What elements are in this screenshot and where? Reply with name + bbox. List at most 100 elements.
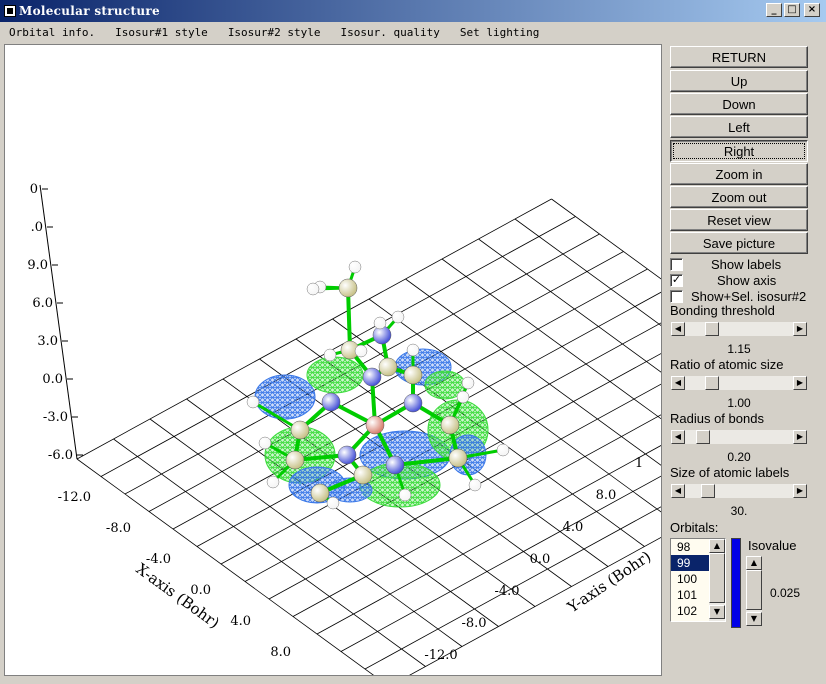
list-item[interactable]: 102 xyxy=(671,603,709,619)
molecule-scene[interactable]: 0.09.06.03.00.0-3.0-6.0-12.0-8.0-4.00.04… xyxy=(5,45,661,675)
zoom-in-button[interactable]: Zoom in xyxy=(670,163,808,185)
hydrogen-atom xyxy=(461,376,475,390)
menu-isosur2-style[interactable]: Isosur#2 style xyxy=(228,26,321,39)
list-item[interactable]: 98 xyxy=(671,539,709,555)
ratio-atomic-size-value: 1.00 xyxy=(727,396,751,410)
menu-bar: Orbital info. Isosur#1 style Isosur#2 st… xyxy=(0,22,826,42)
isovalue-scrollbar[interactable]: ▲ ▼ xyxy=(746,556,762,626)
scroll-thumb[interactable] xyxy=(746,570,762,610)
show-axis-checkbox[interactable]: ✓ xyxy=(670,273,683,287)
orbital-list[interactable]: 98 99 100 101 102 ▲ ▼ xyxy=(670,538,726,622)
z-tick-label: 0 xyxy=(30,182,38,197)
show-sel-isosur2-row[interactable]: Show+Sel. isosur#2 xyxy=(670,288,806,304)
bonding-threshold-slider[interactable]: ◀ ▶ xyxy=(670,321,808,337)
down-button[interactable]: Down xyxy=(670,93,808,115)
scroll-right-icon[interactable]: ▶ xyxy=(793,484,807,498)
isosurface-negative xyxy=(254,374,316,420)
minimize-button[interactable]: _ xyxy=(766,3,782,17)
left-button[interactable]: Left xyxy=(670,116,808,138)
isovalue-colorbar xyxy=(731,538,741,628)
scroll-thumb[interactable] xyxy=(709,553,725,603)
menu-orbital-info[interactable]: Orbital info. xyxy=(9,26,95,39)
slider-thumb[interactable] xyxy=(705,376,719,390)
scroll-left-icon[interactable]: ◀ xyxy=(671,484,685,498)
y-tick-label: -12.0 xyxy=(424,648,457,663)
scroll-left-icon[interactable]: ◀ xyxy=(671,322,685,336)
scroll-left-icon[interactable]: ◀ xyxy=(671,376,685,390)
hydrogen-atom xyxy=(306,282,320,296)
scroll-right-icon[interactable]: ▶ xyxy=(793,376,807,390)
nitrogen-atom xyxy=(385,455,405,475)
title-bar: Molecular structure _ □ × xyxy=(0,0,826,22)
show-axis-row[interactable]: ✓ Show axis xyxy=(670,272,776,288)
y-tick-label: -8.0 xyxy=(461,616,486,631)
grid-line xyxy=(478,238,661,373)
window-title: Molecular structure xyxy=(19,4,160,18)
maximize-button[interactable]: □ xyxy=(784,3,800,17)
menu-isosur-quality[interactable]: Isosur. quality xyxy=(341,26,440,39)
scroll-up-icon[interactable]: ▲ xyxy=(709,539,725,553)
y-tick-label: 8.0 xyxy=(596,488,617,503)
ratio-atomic-size-slider[interactable]: ◀ ▶ xyxy=(670,375,808,391)
isosurface-positive xyxy=(306,356,364,394)
y-tick-label: 1 xyxy=(635,456,643,471)
orbital-list-scrollbar[interactable]: ▲ ▼ xyxy=(709,539,725,621)
app-icon xyxy=(4,5,16,17)
show-sel-isosur2-label: Show+Sel. isosur#2 xyxy=(691,288,807,304)
scroll-down-icon[interactable]: ▼ xyxy=(746,612,762,626)
z-tick-label: 6.0 xyxy=(32,296,53,311)
radius-bonds-value: 0.20 xyxy=(727,450,751,464)
y-tick-label: -4.0 xyxy=(494,584,519,599)
list-item-selected[interactable]: 99 xyxy=(671,555,709,571)
hydrogen-atom xyxy=(398,488,412,502)
x-tick-label: -12.0 xyxy=(58,490,91,505)
scroll-down-icon[interactable]: ▼ xyxy=(709,605,725,619)
menu-isosur1-style[interactable]: Isosur#1 style xyxy=(115,26,208,39)
slider-thumb[interactable] xyxy=(701,484,715,498)
up-button[interactable]: Up xyxy=(670,70,808,92)
y-tick-label: 0.0 xyxy=(530,552,551,567)
hydrogen-atom xyxy=(246,395,260,409)
scroll-up-icon[interactable]: ▲ xyxy=(746,556,762,570)
scroll-left-icon[interactable]: ◀ xyxy=(671,430,685,444)
hydrogen-atom xyxy=(326,496,340,510)
scroll-right-icon[interactable]: ▶ xyxy=(793,430,807,444)
return-button[interactable]: RETURN xyxy=(670,46,808,68)
hydrogen-atom xyxy=(391,310,405,324)
save-picture-button[interactable]: Save picture xyxy=(670,232,808,254)
show-labels-row[interactable]: Show labels xyxy=(670,256,781,272)
carbon-atom xyxy=(448,448,468,468)
size-atomic-labels-slider[interactable]: ◀ ▶ xyxy=(670,483,808,499)
z-tick-label: 9.0 xyxy=(27,258,48,273)
z-tick-label: -6.0 xyxy=(48,448,73,463)
radius-bonds-slider[interactable]: ◀ ▶ xyxy=(670,429,808,445)
slider-thumb[interactable] xyxy=(696,430,710,444)
carbon-atom xyxy=(285,450,305,470)
reset-view-button[interactable]: Reset view xyxy=(670,209,808,231)
nitrogen-atom xyxy=(337,445,357,465)
isovalue-value: 0.025 xyxy=(770,586,801,600)
metal-atom xyxy=(365,415,385,435)
close-button[interactable]: × xyxy=(804,3,820,17)
list-item[interactable]: 100 xyxy=(671,571,709,587)
ratio-atomic-size-label: Ratio of atomic size xyxy=(670,357,784,372)
hydrogen-atom xyxy=(496,443,510,457)
bond xyxy=(346,286,352,352)
right-button[interactable]: Right xyxy=(670,140,808,162)
show-sel-isosur2-checkbox[interactable] xyxy=(670,289,683,303)
hydrogen-atom xyxy=(354,344,368,358)
list-item[interactable]: 101 xyxy=(671,587,709,603)
carbon-atom xyxy=(338,278,358,298)
carbon-atom xyxy=(290,420,310,440)
y-axis-title: Y-axis (Bohr) xyxy=(563,547,654,616)
molecule-viewport[interactable]: 0.0 9.0 6.0 3.0 0.0 -3.0 -6.0 -12.0 -8.0 -4.0 0.0 4… xyxy=(4,44,662,676)
show-labels-checkbox[interactable] xyxy=(670,257,683,271)
slider-thumb[interactable] xyxy=(705,322,719,336)
hydrogen-atom xyxy=(266,475,280,489)
menu-set-lighting[interactable]: Set lighting xyxy=(460,26,539,39)
size-atomic-labels-value: 30. xyxy=(730,504,748,518)
carbon-atom xyxy=(403,365,423,385)
zoom-out-button[interactable]: Zoom out xyxy=(670,186,808,208)
scroll-right-icon[interactable]: ▶ xyxy=(793,322,807,336)
hydrogen-atom xyxy=(468,478,482,492)
